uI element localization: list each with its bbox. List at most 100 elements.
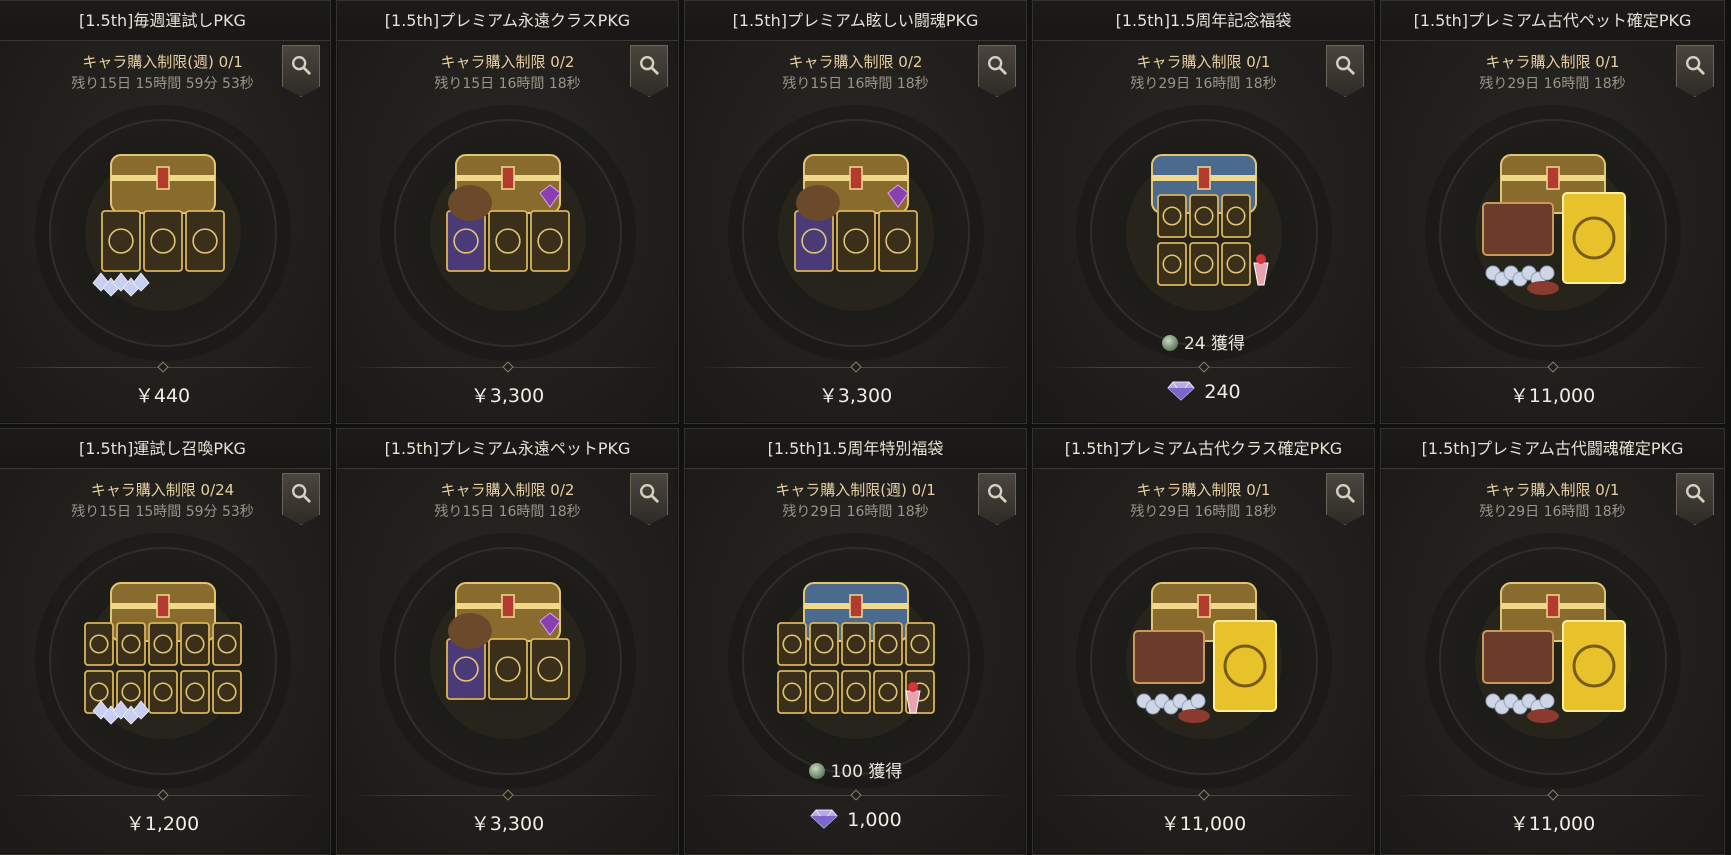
- package-card-10[interactable]: [1.5th]プレミアム古代闘魂確定PKG キャラ購入制限 0/1 残り29日 …: [1380, 428, 1725, 855]
- package-card-9[interactable]: [1.5th]プレミアム古代クラス確定PKG キャラ購入制限 0/1 残り29日…: [1032, 428, 1375, 855]
- magnifier-icon: [640, 56, 659, 75]
- time-remaining: 残り15日 16時間 18秒: [434, 504, 581, 520]
- price-value: ￥11,000: [1160, 813, 1247, 835]
- price-value: ￥3,300: [470, 385, 545, 407]
- package-art: [429, 582, 586, 739]
- divider: [351, 789, 664, 801]
- price-value: ￥3,300: [818, 385, 893, 407]
- package-art: [776, 582, 935, 739]
- package-art: [1125, 582, 1282, 739]
- time-remaining: 残り29日 16時間 18秒: [1130, 504, 1277, 520]
- package-title: [1.5th]1.5周年特別福袋: [685, 429, 1026, 469]
- zoom-button[interactable]: [630, 45, 668, 97]
- package-grid: [1.5th]毎週運試しPKG キャラ購入制限(週) 0/1 残り15日 15時…: [0, 0, 1725, 855]
- price-value: ￥1,200: [125, 813, 200, 835]
- package-title: [1.5th]プレミアム永遠ペットPKG: [337, 429, 678, 469]
- price-value: ￥440: [134, 385, 191, 407]
- package-card-8[interactable]: [1.5th]1.5周年特別福袋 キャラ購入制限(週) 0/1 残り29日 16…: [684, 428, 1027, 855]
- purchase-limit: キャラ購入制限(週) 0/1: [82, 53, 243, 71]
- price-button[interactable]: ￥1,200: [0, 809, 330, 836]
- package-card-5[interactable]: [1.5th]プレミアム古代ペット確定PKG キャラ購入制限 0/1 残り29日…: [1380, 0, 1725, 424]
- zoom-button[interactable]: [1326, 473, 1364, 525]
- diamond-gem-icon: [810, 809, 838, 829]
- price-button[interactable]: ￥3,300: [337, 809, 678, 836]
- magnifier-icon: [1336, 56, 1355, 75]
- purchase-limit: キャラ購入制限 0/1: [1485, 481, 1620, 499]
- zoom-button[interactable]: [978, 45, 1016, 97]
- purchase-limit: キャラ購入制限 0/2: [440, 53, 575, 71]
- price-button[interactable]: ￥3,300: [337, 381, 678, 408]
- package-art: [1125, 154, 1282, 311]
- price-value: ￥3,300: [470, 813, 545, 835]
- zoom-button[interactable]: [630, 473, 668, 525]
- purchase-limit: キャラ購入制限 0/2: [440, 481, 575, 499]
- purchase-limit: キャラ購入制限 0/1: [1485, 53, 1620, 71]
- divider: [699, 361, 1012, 373]
- divider: [1395, 361, 1710, 373]
- price-button[interactable]: 240: [1033, 381, 1374, 403]
- diamond-gem-icon: [1167, 381, 1196, 401]
- purchase-limit: キャラ購入制限(週) 0/1: [775, 481, 936, 499]
- package-card-7[interactable]: [1.5th]プレミアム永遠ペットPKG キャラ購入制限 0/2 残り15日 1…: [336, 428, 679, 855]
- package-title: [1.5th]運試し召喚PKG: [0, 429, 330, 469]
- price-button[interactable]: ￥11,000: [1381, 809, 1724, 836]
- package-art: [777, 154, 934, 311]
- price-value: ￥11,000: [1509, 385, 1596, 407]
- package-card-4[interactable]: [1.5th]1.5周年記念福袋 キャラ購入制限 0/1 残り29日 16時間 …: [1032, 0, 1375, 424]
- bonus-reward: 100 獲得: [685, 757, 1026, 782]
- magnifier-icon: [1686, 56, 1705, 75]
- price-button[interactable]: 1,000: [685, 809, 1026, 831]
- magnifier-icon: [988, 56, 1007, 75]
- time-remaining: 残り29日 16時間 18秒: [1130, 76, 1277, 92]
- time-remaining: 残り15日 15時間 59分 53秒: [71, 504, 254, 520]
- bonus-text: 24 獲得: [1183, 334, 1246, 354]
- package-title: [1.5th]プレミアム眩しい闘魂PKG: [685, 1, 1026, 41]
- package-title: [1.5th]プレミアム古代クラス確定PKG: [1033, 429, 1374, 469]
- package-card-3[interactable]: [1.5th]プレミアム眩しい闘魂PKG キャラ購入制限 0/2 残り15日 1…: [684, 0, 1027, 424]
- time-remaining: 残り29日 16時間 18秒: [782, 504, 929, 520]
- purchase-limit: キャラ購入制限 0/24: [90, 481, 235, 499]
- zoom-button[interactable]: [282, 45, 320, 97]
- time-remaining: 残り15日 16時間 18秒: [782, 76, 929, 92]
- zoom-button[interactable]: [1326, 45, 1364, 97]
- package-card-1[interactable]: [1.5th]毎週運試しPKG キャラ購入制限(週) 0/1 残り15日 15時…: [0, 0, 331, 424]
- price-button[interactable]: ￥3,300: [685, 381, 1026, 408]
- divider: [1395, 789, 1710, 801]
- zoom-button[interactable]: [978, 473, 1016, 525]
- bonus-text: 100 獲得: [830, 762, 903, 782]
- zoom-button[interactable]: [1676, 473, 1714, 525]
- package-card-2[interactable]: [1.5th]プレミアム永遠クラスPKG キャラ購入制限 0/2 残り15日 1…: [336, 0, 679, 424]
- green-coin-icon: [1161, 335, 1178, 351]
- price-value: ￥11,000: [1509, 813, 1596, 835]
- magnifier-icon: [640, 484, 659, 503]
- package-art: [84, 154, 241, 311]
- zoom-button[interactable]: [1676, 45, 1714, 97]
- price-value: 1,000: [847, 809, 902, 831]
- package-card-6[interactable]: [1.5th]運試し召喚PKG キャラ購入制限 0/24 残り15日 15時間 …: [0, 428, 331, 855]
- bonus-reward: 24 獲得: [1033, 329, 1374, 354]
- time-remaining: 残り29日 16時間 18秒: [1479, 504, 1626, 520]
- price-button[interactable]: ￥11,000: [1033, 809, 1374, 836]
- purchase-limit: キャラ購入制限 0/1: [1136, 53, 1271, 71]
- package-title: [1.5th]プレミアム永遠クラスPKG: [337, 1, 678, 41]
- package-title: [1.5th]毎週運試しPKG: [0, 1, 330, 41]
- package-art: [1474, 154, 1631, 311]
- package-title: [1.5th]プレミアム古代闘魂確定PKG: [1381, 429, 1724, 469]
- magnifier-icon: [292, 56, 311, 75]
- package-title: [1.5th]プレミアム古代ペット確定PKG: [1381, 1, 1724, 41]
- time-remaining: 残り15日 15時間 59分 53秒: [71, 76, 254, 92]
- time-remaining: 残り29日 16時間 18秒: [1479, 76, 1626, 92]
- divider: [351, 361, 664, 373]
- zoom-button[interactable]: [282, 473, 320, 525]
- purchase-limit: キャラ購入制限 0/1: [1136, 481, 1271, 499]
- green-coin-icon: [808, 763, 825, 779]
- price-button[interactable]: ￥11,000: [1381, 381, 1724, 408]
- divider: [699, 789, 1012, 801]
- package-title: [1.5th]1.5周年記念福袋: [1033, 1, 1374, 41]
- magnifier-icon: [1686, 484, 1705, 503]
- price-button[interactable]: ￥440: [0, 381, 330, 408]
- divider: [9, 361, 316, 373]
- time-remaining: 残り15日 16時間 18秒: [434, 76, 581, 92]
- magnifier-icon: [988, 484, 1007, 503]
- purchase-limit: キャラ購入制限 0/2: [788, 53, 923, 71]
